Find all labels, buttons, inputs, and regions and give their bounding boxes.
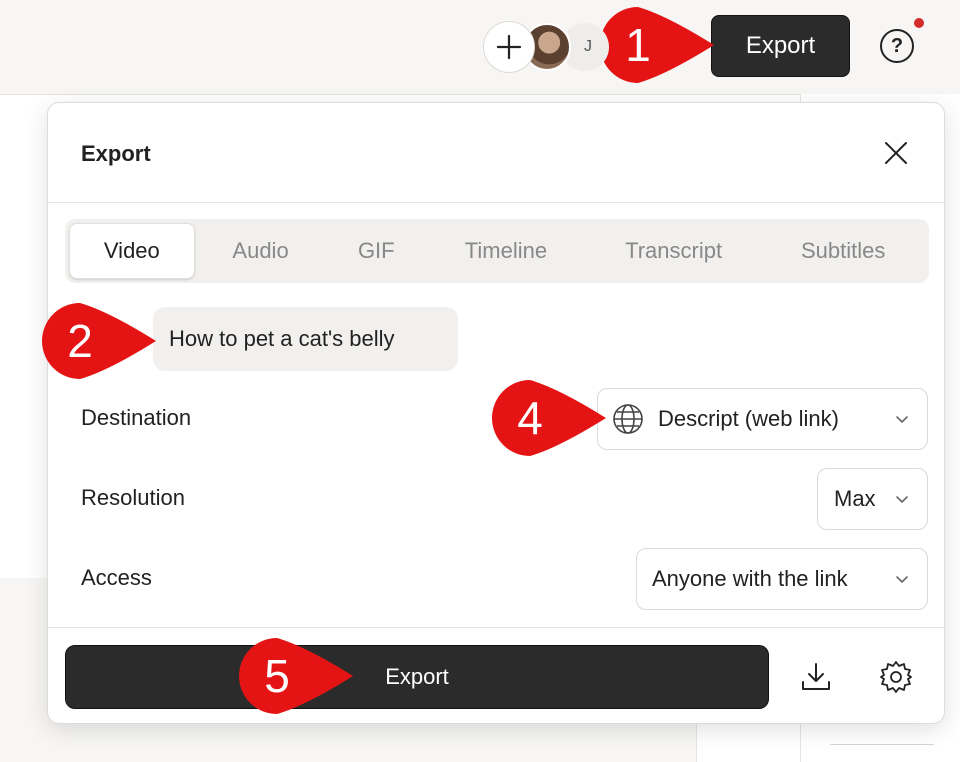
- callout-1: 1: [596, 5, 716, 85]
- globe-icon: [613, 404, 643, 434]
- access-select[interactable]: Anyone with the link: [636, 548, 928, 610]
- chevron-down-icon: [896, 576, 908, 584]
- resolution-select[interactable]: Max: [817, 468, 928, 530]
- add-collaborator-button[interactable]: [483, 21, 535, 73]
- destination-select[interactable]: Descript (web link): [597, 388, 928, 450]
- dialog-header: Export: [48, 103, 944, 203]
- gear-icon: [880, 661, 912, 693]
- callout-5: 5: [235, 636, 355, 716]
- dialog-title: Export: [81, 141, 151, 166]
- tab-subtitles[interactable]: Subtitles: [761, 223, 925, 279]
- callout-number: 2: [67, 315, 93, 367]
- help-icon[interactable]: ?: [880, 29, 914, 63]
- background-divider: [830, 744, 934, 745]
- avatar-initial-label: J: [584, 38, 592, 55]
- export-button[interactable]: Export: [65, 645, 769, 709]
- download-button[interactable]: [798, 659, 834, 695]
- notification-dot: [914, 18, 924, 28]
- close-button[interactable]: [878, 135, 914, 171]
- callout-number: 4: [517, 392, 543, 444]
- destination-label: Destination: [81, 405, 192, 430]
- resolution-label: Resolution: [81, 485, 185, 510]
- tab-audio[interactable]: Audio: [195, 223, 327, 279]
- callout-4: 4: [488, 378, 608, 458]
- chevron-down-icon: [896, 496, 908, 504]
- collaborators: J: [483, 21, 613, 73]
- project-title-field[interactable]: How to pet a cat's belly: [153, 307, 458, 371]
- header-export-button[interactable]: Export: [711, 15, 850, 77]
- tab-timeline[interactable]: Timeline: [426, 223, 586, 279]
- access-label: Access: [81, 565, 152, 590]
- destination-value: Descript (web link): [658, 406, 839, 431]
- chevron-down-icon: [896, 416, 908, 424]
- callout-2: 2: [38, 301, 158, 381]
- tab-video[interactable]: Video: [69, 223, 195, 279]
- tab-transcript[interactable]: Transcript: [586, 223, 762, 279]
- export-settings-button[interactable]: [878, 659, 914, 695]
- tab-gif[interactable]: GIF: [326, 223, 426, 279]
- close-icon: [885, 142, 907, 164]
- plus-icon: [496, 34, 522, 60]
- download-icon: [802, 663, 830, 690]
- resolution-value: Max: [834, 486, 876, 511]
- callout-number: 5: [264, 650, 290, 702]
- export-tabs: Video Audio GIF Timeline Transcript Subt…: [65, 219, 929, 283]
- access-value: Anyone with the link: [652, 566, 848, 591]
